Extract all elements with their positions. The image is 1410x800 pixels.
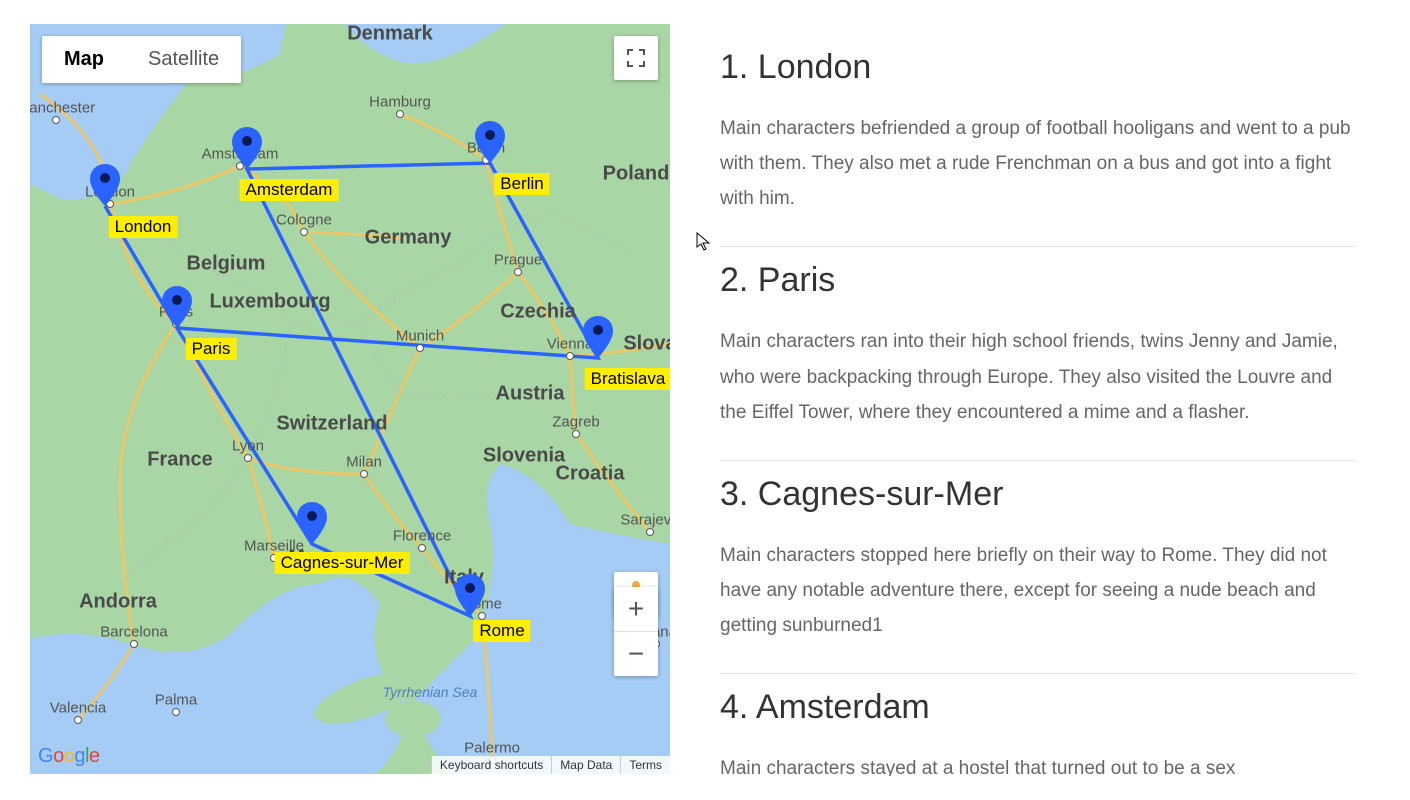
- country-label: Croatia: [556, 463, 625, 486]
- city-dot: [130, 640, 138, 648]
- city-dot: [514, 268, 522, 276]
- country-label: Czechia: [500, 301, 576, 324]
- country-label: Slovenia: [483, 445, 565, 468]
- map-pin-label-rome: Rome: [473, 620, 530, 642]
- city-dot: [572, 430, 580, 438]
- map-attribution: Keyboard shortcuts Map Data Terms: [431, 756, 670, 774]
- country-label: Slova: [623, 333, 670, 356]
- country-label: Denmark: [347, 24, 433, 46]
- country-label: Belgium: [187, 253, 266, 276]
- entry-text: Main characters stopped here briefly on …: [720, 538, 1356, 643]
- country-label: France: [147, 449, 213, 472]
- map-pin-label-cagnes: Cagnes-sur-Mer: [275, 552, 410, 574]
- map-pin-label-bratislava: Bratislava: [585, 368, 670, 390]
- city-dot: [244, 454, 252, 462]
- keyboard-shortcuts-link[interactable]: Keyboard shortcuts: [431, 756, 551, 774]
- terms-link[interactable]: Terms: [620, 756, 670, 774]
- city-dot: [300, 228, 308, 236]
- city-label: Manchester: [30, 100, 95, 117]
- country-label: Germany: [365, 227, 452, 250]
- location-entry: 1. London Main characters befriended a gr…: [720, 34, 1356, 247]
- city-dot: [52, 116, 60, 124]
- city-label: Palma: [155, 692, 198, 709]
- city-label: Florence: [393, 528, 451, 545]
- map-pin-label-berlin: Berlin: [494, 173, 549, 195]
- entry-text: Main characters befriended a group of fo…: [720, 111, 1356, 216]
- map-pin-berlin[interactable]: [475, 121, 505, 163]
- map-pin-label-london: London: [109, 216, 178, 238]
- city-label: Cologne: [276, 212, 332, 229]
- zoom-in-button[interactable]: +: [614, 587, 658, 632]
- zoom-control: + −: [614, 587, 658, 676]
- city-dot: [566, 352, 574, 360]
- city-dot: [396, 110, 404, 118]
- entry-title: 2. Paris: [720, 261, 1356, 300]
- map-tab-map[interactable]: Map: [42, 36, 126, 83]
- map-pin-rome[interactable]: [455, 574, 485, 616]
- google-logo: Google: [38, 745, 100, 768]
- map-pin-label-amsterdam: Amsterdam: [240, 179, 339, 201]
- city-dot: [172, 708, 180, 716]
- location-entry: 3. Cagnes-sur-Mer Main characters stopped…: [720, 461, 1356, 674]
- country-label: Andorra: [79, 591, 157, 614]
- map-pin-paris[interactable]: [162, 286, 192, 328]
- entry-text: Main characters stayed at a hostel that …: [720, 751, 1356, 776]
- map-data-link[interactable]: Map Data: [551, 756, 620, 774]
- entry-title: 4. Amsterdam: [720, 688, 1356, 727]
- city-label: Prague: [494, 252, 542, 269]
- fullscreen-icon: [626, 48, 646, 68]
- city-dot: [416, 344, 424, 352]
- location-entry: 2. Paris Main characters ran into their h…: [720, 247, 1356, 460]
- sea-label: Tyrrhenian Sea: [383, 684, 478, 700]
- map-tab-satellite[interactable]: Satellite: [126, 36, 241, 83]
- country-label: Switzerland: [276, 413, 387, 436]
- city-label: Lyon: [232, 438, 264, 455]
- map-pin-cagnes[interactable]: [297, 502, 327, 544]
- city-label: Munich: [396, 328, 444, 345]
- map-pin-bratislava[interactable]: [583, 316, 613, 358]
- map-pin-label-paris: Paris: [186, 338, 237, 360]
- city-label: Valencia: [50, 700, 106, 717]
- country-label: Luxembourg: [209, 291, 330, 314]
- city-dot: [360, 470, 368, 478]
- country-label: Poland: [603, 163, 670, 186]
- city-label: Barcelona: [100, 624, 168, 641]
- city-label: Zagreb: [552, 414, 600, 431]
- map-type-control: Map Satellite: [42, 36, 241, 83]
- map-pin-amsterdam[interactable]: [232, 127, 262, 169]
- city-label: Hamburg: [369, 94, 431, 111]
- map-container[interactable]: France Germany Belgium Luxembourg Switzerlan…: [30, 24, 670, 774]
- city-dot: [74, 716, 82, 724]
- city-dot: [418, 544, 426, 552]
- location-entry: 4. Amsterdam Main characters stayed at a …: [720, 674, 1356, 776]
- country-label: Austria: [496, 383, 565, 406]
- city-label: Sarajevo: [620, 512, 670, 529]
- entry-title: 1. London: [720, 48, 1356, 87]
- city-label: Palermo: [464, 740, 520, 757]
- basemap: [30, 24, 670, 774]
- city-dot: [646, 528, 654, 536]
- zoom-out-button[interactable]: −: [614, 632, 658, 676]
- locations-list[interactable]: 1. London Main characters befriended a gr…: [710, 24, 1386, 776]
- fullscreen-button[interactable]: [614, 36, 658, 80]
- entry-text: Main characters ran into their high scho…: [720, 324, 1356, 429]
- map-pin-london[interactable]: [90, 164, 120, 206]
- entry-title: 3. Cagnes-sur-Mer: [720, 475, 1356, 514]
- map-surface[interactable]: France Germany Belgium Luxembourg Switzerlan…: [30, 24, 670, 774]
- city-label: Milan: [346, 454, 382, 471]
